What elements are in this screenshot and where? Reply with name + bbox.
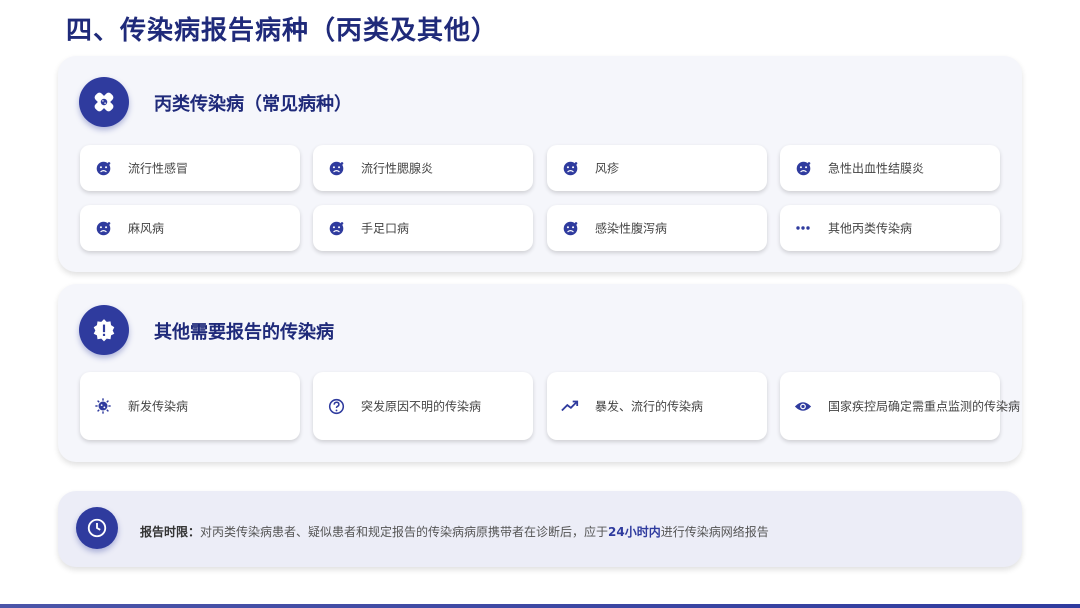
trending-up-icon bbox=[561, 397, 579, 415]
disease-item-mumps: 流行性腮腺炎 bbox=[313, 145, 533, 191]
report-item-unknown-cause: 突发原因不明的传染病 bbox=[313, 372, 533, 440]
virus-face-icon bbox=[561, 159, 579, 177]
item-label: 国家疾控局确定需重点监测的传染病 bbox=[828, 399, 1021, 414]
item-label: 急性出血性结膜炎 bbox=[828, 161, 925, 176]
bottom-accent-bar bbox=[0, 604, 1080, 608]
virus-face-icon bbox=[794, 159, 812, 177]
item-label: 新发传染病 bbox=[128, 399, 189, 414]
disease-item-hfmd: 手足口病 bbox=[313, 205, 533, 251]
alert-icon bbox=[79, 305, 129, 355]
item-label: 暴发、流行的传染病 bbox=[595, 399, 704, 414]
section-title: 其他需要报告的传染病 bbox=[154, 322, 334, 343]
item-label: 流行性腮腺炎 bbox=[361, 161, 434, 176]
disease-item-conjunctivitis: 急性出血性结膜炎 bbox=[780, 145, 1000, 191]
virus-face-icon bbox=[327, 159, 345, 177]
virus-icon bbox=[94, 397, 112, 415]
note-highlight: 24小时内 bbox=[608, 525, 661, 539]
report-item-outbreak: 暴发、流行的传染病 bbox=[547, 372, 767, 440]
bandage-icon bbox=[79, 77, 129, 127]
eye-icon bbox=[794, 397, 812, 415]
class-c-section: 丙类传染病（常见病种） 流行性感冒 流行性腮腺炎 风疹 急性出血性结膜炎 麻风病 bbox=[58, 56, 1022, 272]
disease-item-other: 其他丙类传染病 bbox=[780, 205, 1000, 251]
item-label: 突发原因不明的传染病 bbox=[361, 399, 482, 414]
clock-icon bbox=[76, 507, 118, 549]
virus-face-icon bbox=[327, 219, 345, 237]
question-icon bbox=[327, 397, 345, 415]
item-label: 手足口病 bbox=[361, 221, 410, 236]
section-title: 丙类传染病（常见病种） bbox=[154, 94, 352, 115]
virus-face-icon bbox=[94, 219, 112, 237]
disease-item-leprosy: 麻风病 bbox=[80, 205, 300, 251]
disease-item-diarrhea: 感染性腹泻病 bbox=[547, 205, 767, 251]
item-label: 流行性感冒 bbox=[128, 161, 189, 176]
other-reportable-section: 其他需要报告的传染病 新发传染病 突发原因不明的传染病 暴发、流行的传染病 国家… bbox=[58, 284, 1022, 462]
note-text-after: 进行传染病网络报告 bbox=[660, 525, 769, 539]
note-text: 报告时限：对丙类传染病患者、疑似患者和规定报告的传染病病原携带者在诊断后，应于2… bbox=[140, 523, 769, 540]
virus-face-icon bbox=[561, 219, 579, 237]
disease-item-influenza: 流行性感冒 bbox=[80, 145, 300, 191]
item-label: 麻风病 bbox=[128, 221, 165, 236]
virus-face-icon bbox=[94, 159, 112, 177]
note-text-before: 对丙类传染病患者、疑似患者和规定报告的传染病病原携带者在诊断后，应于 bbox=[200, 525, 609, 539]
report-item-key-monitoring: 国家疾控局确定需重点监测的传染病 bbox=[780, 372, 1020, 440]
more-dots-icon bbox=[794, 219, 812, 237]
page-title: 四、传染病报告病种（丙类及其他） bbox=[66, 16, 499, 46]
report-item-emerging: 新发传染病 bbox=[80, 372, 300, 440]
disease-item-rubella: 风疹 bbox=[547, 145, 767, 191]
reporting-deadline-note: 报告时限：对丙类传染病患者、疑似患者和规定报告的传染病病原携带者在诊断后，应于2… bbox=[58, 491, 1022, 567]
item-label: 感染性腹泻病 bbox=[595, 221, 668, 236]
item-label: 风疹 bbox=[595, 161, 620, 176]
note-label: 报告时限： bbox=[140, 525, 201, 539]
item-label: 其他丙类传染病 bbox=[828, 221, 913, 236]
